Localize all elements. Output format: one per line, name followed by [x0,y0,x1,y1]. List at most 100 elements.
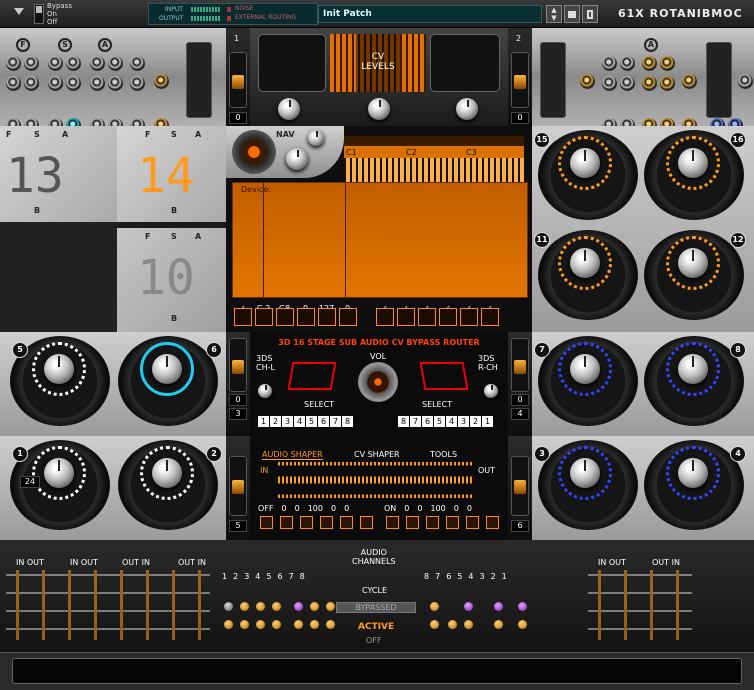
param-button[interactable] [376,308,394,326]
router-channel-button[interactable]: 2 [270,416,281,427]
led[interactable] [272,602,281,611]
router-channel-button[interactable]: 2 [470,416,481,427]
shaper-button[interactable] [280,516,293,529]
nav-knob-large[interactable] [286,148,308,170]
shaper-button[interactable] [426,516,439,529]
jack[interactable] [154,74,169,89]
knob-1[interactable] [44,458,74,488]
led[interactable] [256,620,265,629]
param-button[interactable] [234,308,252,326]
jack[interactable] [108,56,123,71]
shaper-button[interactable] [406,516,419,529]
led[interactable] [464,602,473,611]
jack[interactable] [24,56,39,71]
jack[interactable] [66,56,81,71]
shaper-button[interactable] [320,516,333,529]
shaper-button[interactable] [466,516,479,529]
jack[interactable] [602,56,617,71]
jack[interactable] [620,56,635,71]
select-left-knob[interactable] [258,384,272,398]
param-button[interactable] [397,308,415,326]
shaper-button[interactable] [360,516,373,529]
led[interactable] [518,602,527,611]
param-button[interactable] [276,308,294,326]
knob-7[interactable] [570,354,600,384]
param-button[interactable] [318,308,336,326]
waveform-display[interactable] [278,462,474,498]
led[interactable] [430,602,439,611]
router-left-numbers[interactable]: 1 2 3 4 5 6 7 8 [258,416,353,427]
router-channel-button[interactable]: 8 [398,416,409,427]
knob-11[interactable] [570,248,600,278]
led[interactable] [494,620,503,629]
knob-16[interactable] [678,148,708,178]
jack[interactable] [738,74,753,89]
led[interactable] [256,602,265,611]
keyboard-display[interactable]: C1 C2 C3 [344,136,524,184]
router-channel-button[interactable]: 5 [306,416,317,427]
bypassed-label[interactable]: BYPASSED [336,602,416,613]
led[interactable] [240,602,249,611]
led[interactable] [494,602,503,611]
jack[interactable] [660,76,675,91]
led[interactable] [310,620,319,629]
param-button[interactable] [255,308,273,326]
led[interactable] [310,602,319,611]
jack[interactable] [660,56,675,71]
shaper-button[interactable] [446,516,459,529]
knob-15[interactable] [570,148,600,178]
patch-matrix-left[interactable] [6,570,210,640]
module-14[interactable]: F S A 14 B [117,126,226,222]
select-right-knob[interactable] [484,384,498,398]
jack[interactable] [642,56,657,71]
led[interactable] [224,620,233,629]
param-button[interactable] [439,308,457,326]
shaper-tab-tools[interactable]: TOOLS [430,450,457,459]
patch-matrix-right[interactable] [588,570,692,640]
shaper-button[interactable] [340,516,353,529]
router-channel-button[interactable]: 3 [282,416,293,427]
patch-up-down-button[interactable]: ▲ ▼ [546,5,562,23]
knob-5[interactable] [44,354,74,384]
jack[interactable] [130,76,145,91]
router-channel-button[interactable]: 6 [422,416,433,427]
led[interactable] [430,620,439,629]
collapse-arrow-icon[interactable] [14,8,24,15]
param-button[interactable] [297,308,315,326]
channel-2-fader[interactable] [511,52,529,108]
channel-1-fader[interactable] [229,52,247,108]
led[interactable] [224,602,233,611]
jack[interactable] [6,76,21,91]
jack[interactable] [108,76,123,91]
jack[interactable] [66,76,81,91]
shaper-tab-cv[interactable]: CV SHAPER [354,450,400,459]
module-13[interactable]: F S A 13 B [0,126,117,222]
jack[interactable] [580,74,595,89]
module-10[interactable]: F S A 10 B [117,228,226,332]
router-channel-button[interactable]: 4 [446,416,457,427]
nav-dial[interactable] [232,130,276,174]
jack[interactable] [48,56,63,71]
led[interactable] [240,620,249,629]
router-channel-button[interactable]: 7 [330,416,341,427]
led[interactable] [464,620,473,629]
vol-knob[interactable] [358,362,398,402]
cv-icon-group-right[interactable] [430,34,500,92]
jack[interactable] [642,76,657,91]
patch-name-display[interactable]: Init Patch [318,5,542,23]
shaper-button[interactable] [386,516,399,529]
knob-6[interactable] [152,354,182,384]
led[interactable] [294,620,303,629]
router-channel-button[interactable]: 7 [410,416,421,427]
nav-knob-small[interactable] [308,130,324,146]
shaper-right-fader[interactable] [511,456,529,516]
shaper-button[interactable] [260,516,273,529]
jack[interactable] [24,76,39,91]
router-left-fader[interactable] [229,338,247,392]
cv-knob-left[interactable] [278,98,300,120]
bypass-switch[interactable] [34,4,44,24]
knob-2[interactable] [152,458,182,488]
active-label[interactable]: ACTIVE [358,622,394,632]
save-disk-icon[interactable] [582,5,598,23]
knob-8[interactable] [678,354,708,384]
